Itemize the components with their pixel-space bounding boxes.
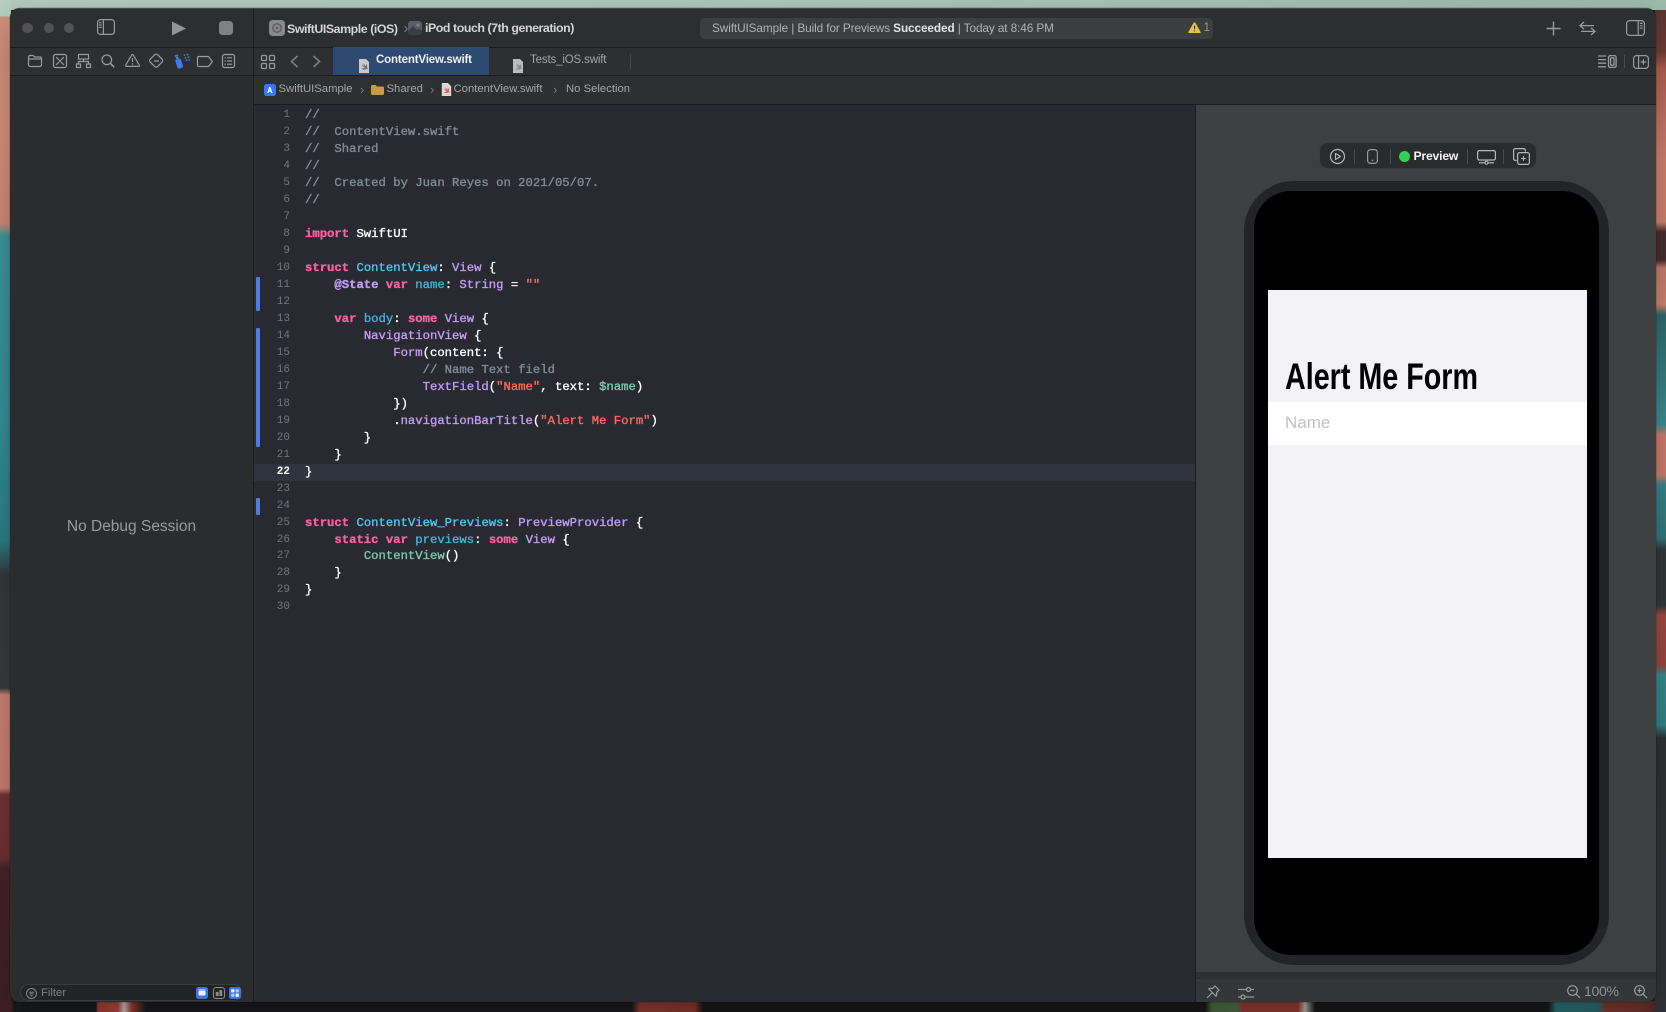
svg-text:Alert Me Form: Alert Me Form: [1285, 355, 1478, 397]
